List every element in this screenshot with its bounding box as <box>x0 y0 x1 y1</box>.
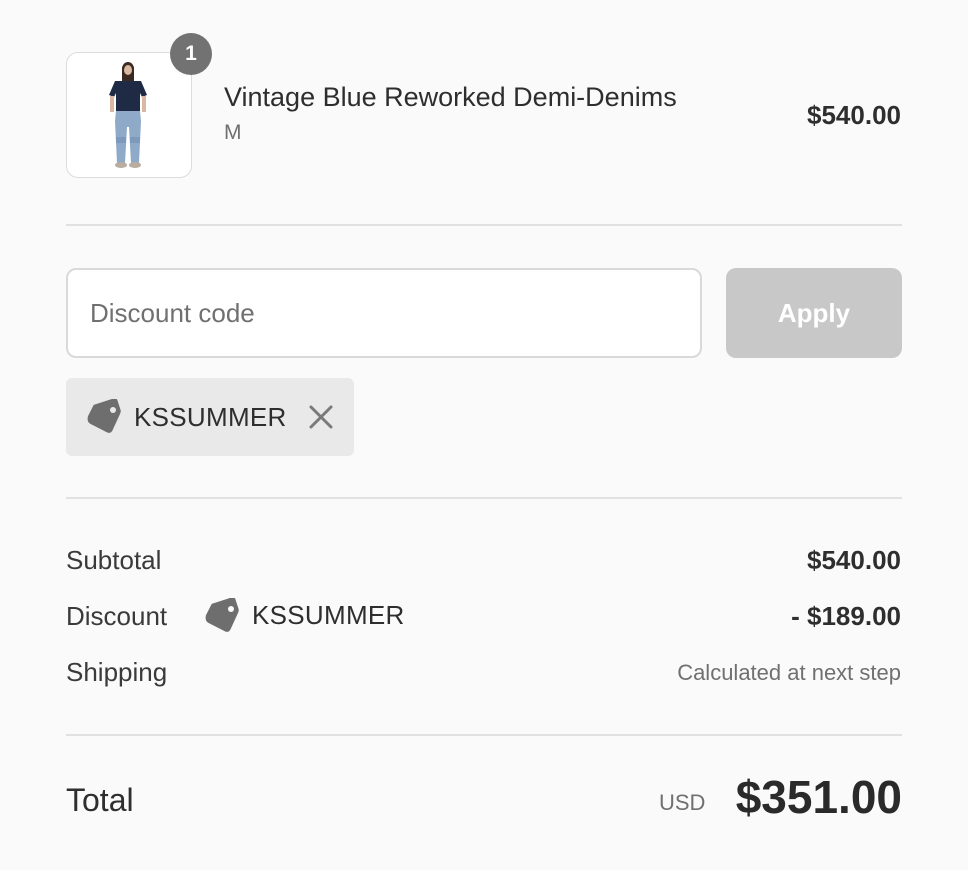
subtotal-label: Subtotal <box>66 545 162 575</box>
subtotal-value: $540.00 <box>807 545 901 575</box>
shipping-value: Calculated at next step <box>677 660 901 685</box>
divider <box>66 734 902 736</box>
applied-discount-code: KSSUMMER <box>134 402 287 432</box>
product-name: Vintage Blue Reworked Demi-Denims <box>224 82 677 112</box>
applied-discount-tag: KSSUMMER <box>66 378 354 456</box>
total-amount: $351.00 <box>735 771 902 823</box>
discount-code-label: KSSUMMER <box>252 600 405 630</box>
total-label: Total <box>66 782 134 818</box>
discount-code-input[interactable] <box>66 268 702 358</box>
close-icon[interactable] <box>308 404 334 435</box>
shipping-label: Shipping <box>66 657 168 687</box>
tag-icon <box>86 398 124 440</box>
quantity-badge: 1 <box>170 33 212 75</box>
divider <box>66 497 902 499</box>
divider <box>66 224 902 226</box>
tag-icon <box>204 597 242 639</box>
discount-value: - $189.00 <box>791 601 901 631</box>
discount-label: Discount <box>66 601 168 631</box>
order-summary: 1 Vintage Blue Reworked Demi-Denims M $5… <box>0 0 968 870</box>
total-currency: USD <box>659 790 706 815</box>
product-image <box>109 62 147 168</box>
apply-button[interactable]: Apply <box>726 268 902 358</box>
product-variant: M <box>224 121 242 144</box>
product-price: $540.00 <box>807 100 901 130</box>
product-thumbnail <box>66 52 192 178</box>
